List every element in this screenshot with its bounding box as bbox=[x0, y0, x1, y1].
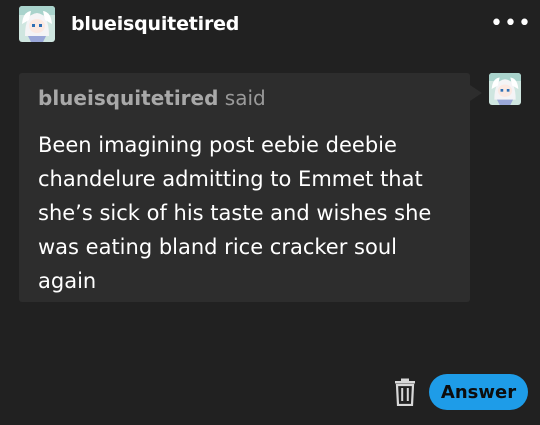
author-username[interactable]: blueisquitetired bbox=[71, 13, 239, 35]
asker-line: blueisquitetired said bbox=[38, 86, 266, 110]
trash-icon[interactable] bbox=[393, 378, 417, 407]
asker-username[interactable]: blueisquitetired bbox=[38, 86, 218, 110]
ellipsis-icon[interactable]: ••• bbox=[490, 13, 531, 35]
post-header: blueisquitetired bbox=[19, 6, 239, 42]
ask-bubble: blueisquitetired said Been imagining pos… bbox=[19, 73, 482, 302]
said-label: said bbox=[224, 86, 266, 110]
question-text: Been imagining post eebie deebie chandel… bbox=[38, 133, 432, 293]
author-avatar[interactable] bbox=[19, 6, 55, 42]
answer-button[interactable]: Answer bbox=[429, 374, 528, 410]
asker-avatar[interactable] bbox=[489, 73, 521, 105]
